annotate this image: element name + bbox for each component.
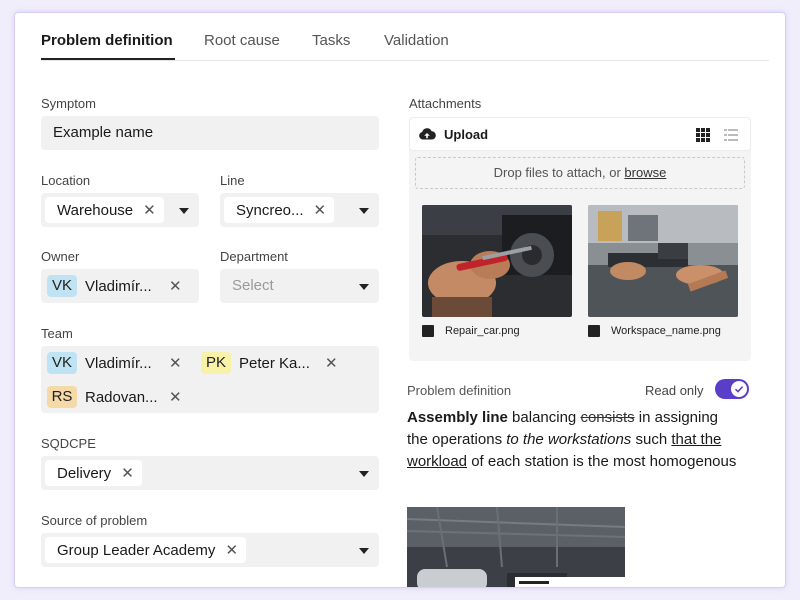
source-chip: Group Leader Academy ✕ bbox=[45, 537, 247, 563]
bold-text: Assembly line bbox=[407, 409, 508, 426]
department-caret-icon[interactable] bbox=[359, 284, 369, 290]
toggle-knob bbox=[731, 381, 747, 397]
avatar: PK bbox=[201, 352, 231, 374]
problem-definition-text: Assembly line balancing consists in assi… bbox=[407, 407, 737, 473]
owner-label: Owner bbox=[41, 249, 80, 264]
image-file-icon bbox=[588, 325, 600, 337]
read-only-toggle[interactable] bbox=[715, 379, 749, 399]
sqdcpe-select[interactable]: Delivery ✕ bbox=[41, 456, 379, 490]
team-label: Team bbox=[41, 326, 73, 341]
owner-select[interactable]: VK Vladimír... ✕ bbox=[41, 269, 199, 303]
remove-source-icon[interactable]: ✕ bbox=[225, 541, 238, 559]
plain-text: balancing bbox=[507, 409, 581, 426]
plain-text: of each station is the most homogenous bbox=[467, 453, 737, 470]
team-member-name: Vladimír... bbox=[85, 354, 152, 372]
italic-text: to the workstations bbox=[506, 431, 632, 448]
source-value: Group Leader Academy bbox=[57, 541, 216, 559]
remove-line-icon[interactable]: ✕ bbox=[314, 201, 327, 219]
department-placeholder: Select bbox=[232, 277, 274, 294]
attachments-label: Attachments bbox=[409, 96, 482, 111]
source-label: Source of problem bbox=[41, 513, 148, 528]
tab-bar: Problem definition Root cause Tasks Vali… bbox=[41, 13, 769, 61]
attachment-thumbnail-workspace[interactable] bbox=[588, 205, 738, 317]
sqdcpe-label: SQDCPE bbox=[41, 436, 96, 451]
remove-team-member-icon[interactable]: ✕ bbox=[169, 354, 182, 372]
symptom-input[interactable]: Example name bbox=[41, 116, 379, 150]
line-value: Syncreo... bbox=[236, 201, 304, 219]
drop-zone-text: Drop files to attach, or browse bbox=[416, 165, 744, 180]
drop-zone-hint: Drop files to attach, or bbox=[493, 165, 625, 180]
plain-text: such bbox=[631, 431, 672, 448]
team-member-chip: RS Radovan... bbox=[47, 386, 158, 408]
location-label: Location bbox=[41, 173, 91, 188]
line-chip: Syncreo... ✕ bbox=[224, 197, 335, 223]
team-member-name: Radovan... bbox=[85, 388, 158, 406]
problem-definition-label: Problem definition bbox=[407, 383, 512, 398]
attachment-thumbnail-repair-car[interactable] bbox=[422, 205, 572, 317]
avatar: VK bbox=[47, 275, 77, 297]
browse-link[interactable]: browse bbox=[624, 165, 666, 180]
factory-photo bbox=[407, 507, 625, 587]
team-select[interactable]: VK Vladimír... ✕ PK Peter Ka... ✕ RS Rad… bbox=[41, 346, 379, 413]
remove-location-icon[interactable]: ✕ bbox=[143, 201, 156, 219]
upload-button[interactable]: Upload bbox=[444, 127, 488, 142]
attachments-panel: Upload Drop files to attach, or browse R… bbox=[409, 117, 751, 361]
attachment-filename[interactable]: Repair_car.png bbox=[445, 325, 520, 337]
line-caret-icon[interactable] bbox=[359, 208, 369, 214]
line-label: Line bbox=[220, 173, 245, 188]
tab-tasks[interactable]: Tasks bbox=[312, 32, 350, 49]
avatar: VK bbox=[47, 352, 77, 374]
sqdcpe-caret-icon[interactable] bbox=[359, 471, 369, 477]
tab-root-cause[interactable]: Root cause bbox=[204, 32, 280, 49]
image-file-icon bbox=[422, 325, 434, 337]
team-member-chip: VK Vladimír... bbox=[47, 352, 152, 374]
owner-chip: VK Vladimír... bbox=[47, 275, 152, 297]
line-select[interactable]: Syncreo... ✕ bbox=[220, 193, 379, 227]
department-select[interactable]: Select bbox=[220, 269, 379, 303]
cloud-upload-icon[interactable] bbox=[418, 126, 436, 147]
strikethrough-text: consists bbox=[580, 409, 635, 426]
sqdcpe-value: Delivery bbox=[57, 464, 112, 482]
attachment-filename[interactable]: Workspace_name.png bbox=[611, 325, 721, 337]
avatar: RS bbox=[47, 386, 77, 408]
location-caret-icon[interactable] bbox=[179, 208, 189, 214]
location-select[interactable]: Warehouse ✕ bbox=[41, 193, 199, 227]
remove-team-member-icon[interactable]: ✕ bbox=[169, 388, 182, 406]
team-member-chip: PK Peter Ka... bbox=[201, 352, 310, 374]
remove-team-member-icon[interactable]: ✕ bbox=[325, 354, 338, 372]
tab-validation[interactable]: Validation bbox=[384, 32, 449, 49]
symptom-label: Symptom bbox=[41, 96, 96, 111]
source-caret-icon[interactable] bbox=[359, 548, 369, 554]
tab-problem-definition[interactable]: Problem definition bbox=[41, 32, 173, 49]
source-select[interactable]: Group Leader Academy ✕ bbox=[41, 533, 379, 567]
remove-owner-icon[interactable]: ✕ bbox=[169, 277, 182, 295]
active-tab-indicator bbox=[41, 58, 175, 60]
drop-zone[interactable]: Drop files to attach, or browse bbox=[415, 157, 745, 189]
sqdcpe-chip: Delivery ✕ bbox=[45, 460, 142, 486]
department-label: Department bbox=[220, 249, 288, 264]
location-value: Warehouse bbox=[57, 201, 134, 219]
symptom-value: Example name bbox=[53, 124, 154, 141]
remove-sqdcpe-icon[interactable]: ✕ bbox=[121, 464, 134, 482]
owner-name: Vladimír... bbox=[85, 277, 152, 295]
app-frame: Problem definition Root cause Tasks Vali… bbox=[14, 12, 786, 588]
read-only-label: Read only bbox=[645, 383, 704, 398]
list-view-icon[interactable] bbox=[724, 128, 738, 147]
grid-view-icon[interactable] bbox=[696, 128, 710, 147]
location-chip: Warehouse ✕ bbox=[45, 197, 164, 223]
check-icon bbox=[734, 386, 744, 393]
upload-bar: Upload bbox=[409, 117, 751, 151]
team-member-name: Peter Ka... bbox=[239, 354, 310, 372]
